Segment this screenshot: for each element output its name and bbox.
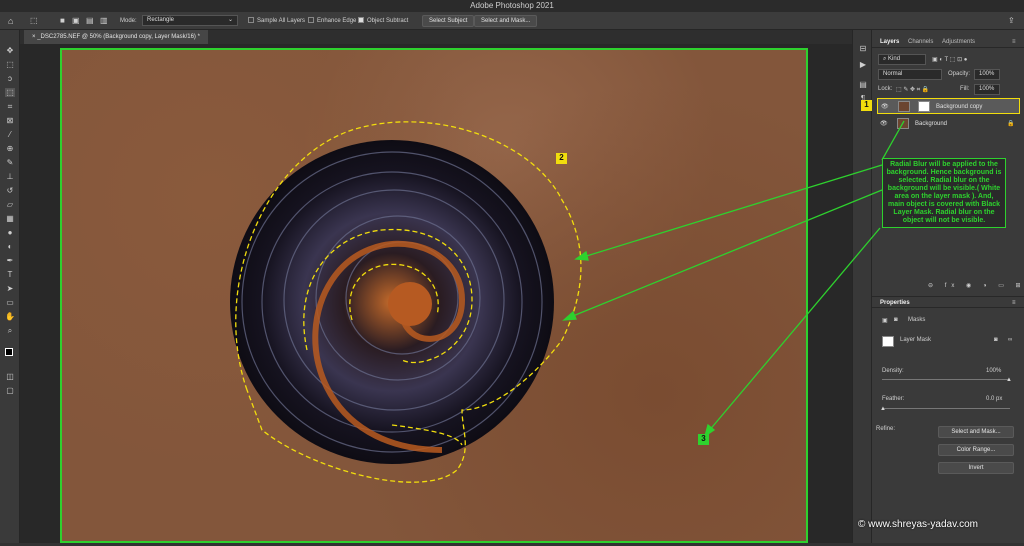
marker-1: 1	[861, 100, 872, 111]
arrow-3	[881, 120, 905, 161]
arrow-2	[567, 189, 883, 319]
arrowhead-1	[574, 250, 589, 261]
arrow-4	[707, 227, 881, 433]
marker-2: 2	[556, 153, 567, 164]
arrowhead-2	[562, 310, 577, 321]
marker-3: 3	[698, 434, 709, 445]
annotation-note: Radial Blur will be applied to the backg…	[882, 158, 1006, 228]
watermark: © www.shreyas-yadav.com	[858, 519, 978, 530]
arrow-1	[579, 164, 883, 259]
annotation-arrows	[562, 120, 905, 438]
